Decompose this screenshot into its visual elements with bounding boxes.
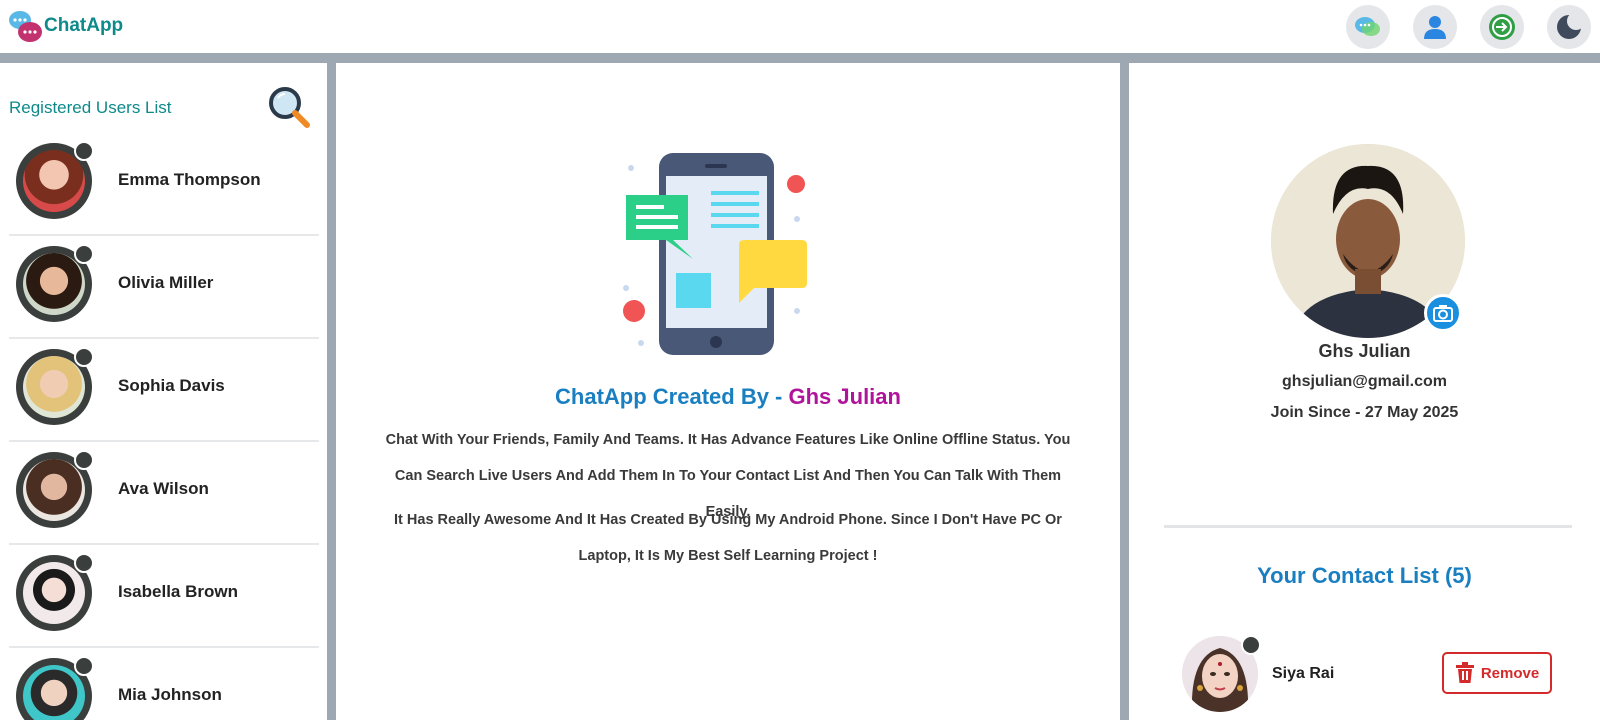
logout-icon: [1489, 14, 1515, 40]
avatar: [16, 347, 94, 425]
contact-list-title: Your Contact List (5): [1257, 563, 1472, 588]
change-photo-button[interactable]: [1424, 294, 1462, 332]
avatar: [16, 450, 94, 528]
avatar: [16, 244, 94, 322]
online-status-indicator: [74, 347, 94, 367]
user-name: Olivia Miller: [118, 273, 214, 292]
user-name: Isabella Brown: [118, 582, 238, 601]
contact-name: Siya Rai: [1272, 665, 1335, 682]
camera-icon: [1433, 305, 1453, 322]
headline-prefix: ChatApp Created By -: [555, 384, 789, 409]
welcome-paragraph-2: It Has Really Awesome And It Has Created…: [394, 512, 1062, 564]
user-name: Mia Johnson: [118, 685, 222, 704]
user-item[interactable]: Ava Wilson: [9, 442, 319, 545]
remove-button-label: Remove: [1480, 664, 1540, 682]
welcome-headline: ChatApp Created By - Ghs Julian: [336, 384, 1120, 410]
app-brand[interactable]: ChatApp: [44, 15, 123, 37]
profile-panel: Ghs Julian ghsjulian@gmail.com Join Sinc…: [1129, 63, 1600, 720]
avatar: [16, 656, 94, 720]
profile-button[interactable]: [1413, 5, 1457, 49]
search-icon[interactable]: [265, 83, 313, 131]
phone-chat-illustration: [623, 153, 807, 355]
profile-name: Ghs Julian: [1318, 341, 1411, 361]
logout-button[interactable]: [1480, 5, 1524, 49]
online-status-indicator: [74, 141, 94, 161]
online-status-indicator: [74, 656, 94, 676]
user-item[interactable]: Sophia Davis: [9, 339, 319, 442]
user-profile-icon: [1424, 16, 1446, 39]
contact-status-indicator: [1241, 635, 1261, 655]
profile-email: ghsjulian@gmail.com: [1282, 373, 1447, 390]
remove-contact-button[interactable]: Remove: [1442, 652, 1552, 694]
welcome-panel: ChatApp Created By - Ghs Julian Chat Wit…: [336, 63, 1120, 720]
user-name: Sophia Davis: [118, 376, 225, 395]
user-name: Ava Wilson: [118, 479, 209, 498]
online-status-indicator: [74, 450, 94, 470]
user-item[interactable]: Mia Johnson: [9, 648, 319, 720]
online-status-indicator: [74, 244, 94, 264]
user-name: Emma Thompson: [118, 170, 261, 189]
user-item[interactable]: Isabella Brown: [9, 545, 319, 648]
users-list-title: Registered Users List: [9, 98, 172, 117]
chatapp-logo-icon: [9, 11, 42, 42]
trash-icon: [1455, 662, 1474, 683]
registered-users-panel: Registered Users List Emma Thompson Oliv…: [0, 63, 327, 720]
dark-mode-toggle[interactable]: [1547, 5, 1591, 49]
avatar: [16, 141, 94, 219]
section-divider: [1164, 525, 1572, 528]
chat-bubbles-icon: [1355, 17, 1380, 36]
user-item[interactable]: Olivia Miller: [9, 236, 319, 339]
chats-button[interactable]: [1346, 5, 1390, 49]
avatar: [16, 553, 94, 631]
user-item[interactable]: Emma Thompson: [9, 133, 319, 236]
profile-join-date: Join Since - 27 May 2025: [1270, 404, 1459, 421]
online-status-indicator: [74, 553, 94, 573]
top-navbar: ChatApp: [0, 0, 1600, 53]
headline-author: Ghs Julian: [788, 384, 901, 409]
dark-mode-moon-icon: [1557, 12, 1584, 39]
